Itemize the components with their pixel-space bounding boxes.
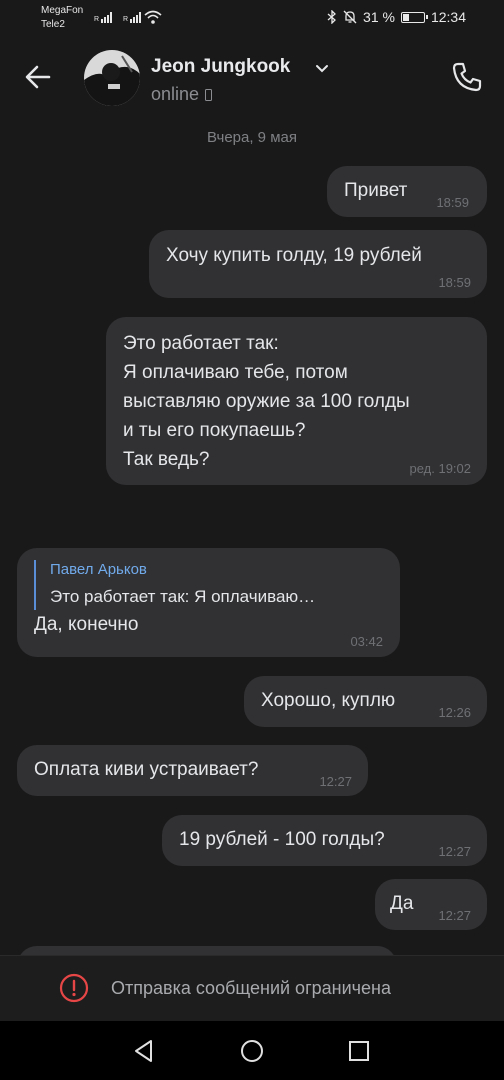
message-text: Оплата киви устраивает?	[34, 759, 259, 780]
carrier-1: MegaFon	[41, 5, 84, 16]
message-bubble-out[interactable]: Привет 18:59	[327, 166, 487, 217]
restriction-text: Отправка сообщений ограничена	[111, 978, 391, 998]
message-bubble-out[interactable]: Это работает так: Я оплачиваю тебе, пото…	[106, 317, 487, 485]
wifi-icon	[144, 10, 162, 24]
reply-text: Это работает так: Я оплачиваю…	[50, 587, 316, 606]
message-bubble-in[interactable]: Оплата киви устраивает? 12:27	[17, 745, 368, 796]
carrier-names: MegaFon Tele2	[41, 4, 83, 32]
mobile-device-icon	[205, 88, 213, 101]
battery-percent: 31 %	[363, 9, 395, 25]
system-nav-bar	[0, 1021, 504, 1080]
message-time: 12:27	[438, 908, 471, 923]
battery-icon	[400, 11, 428, 23]
message-time: 18:59	[438, 275, 471, 290]
status-text: online	[151, 84, 200, 104]
bluetooth-icon	[327, 10, 336, 24]
messaging-restricted-bar: Отправка сообщений ограничена	[0, 955, 504, 1021]
contact-name[interactable]: Jeon Jungkook	[151, 56, 290, 78]
arrow-left-icon[interactable]	[22, 60, 56, 94]
message-text: Это работает так: Я оплачиваю тебе, пото…	[123, 333, 410, 470]
signal-2-icon: R	[123, 11, 142, 23]
signal-1-icon: R	[94, 11, 113, 23]
message-bubble-in[interactable]: Павел Арьков Это работает так: Я оплачив…	[17, 548, 400, 657]
nav-recents-icon[interactable]	[346, 1038, 372, 1064]
message-time: 12:26	[438, 705, 471, 720]
message-bubble-out[interactable]: 19 рублей - 100 голды? 12:27	[162, 815, 487, 866]
phone-icon[interactable]	[450, 60, 484, 94]
date-separator: Вчера, 9 мая	[207, 129, 297, 146]
reply-quote[interactable]: Павел Арьков Это работает так: Я оплачив…	[34, 560, 400, 610]
carrier-2: Tele2	[41, 19, 65, 30]
nav-home-icon[interactable]	[239, 1038, 265, 1064]
message-time: ред. 19:02	[409, 461, 471, 476]
clock: 12:34	[430, 9, 466, 25]
status-bar: MegaFon Tele2 R R 31 % 12:34	[0, 0, 504, 36]
message-time: 03:42	[350, 634, 383, 649]
avatar-image	[84, 50, 140, 106]
avatar[interactable]	[84, 50, 140, 106]
chat-header: Jeon Jungkook online	[0, 36, 504, 120]
message-time: 12:27	[438, 844, 471, 859]
message-time: 18:59	[436, 195, 469, 210]
message-text: Хочу купить голду, 19 рублей	[166, 245, 422, 266]
message-bubble-out[interactable]: Хочу купить голду, 19 рублей 18:59	[149, 230, 487, 298]
contact-status: online	[151, 84, 213, 105]
message-time: 12:27	[319, 774, 352, 789]
message-bubble-out[interactable]: Да 12:27	[375, 879, 487, 930]
message-text: Да, конечно	[34, 614, 139, 635]
message-bubble-out[interactable]: Хорошо, куплю 12:26	[244, 676, 487, 727]
reply-author: Павел Арьков	[50, 561, 147, 578]
mute-bell-icon	[343, 10, 357, 24]
alert-circle-icon	[59, 973, 89, 1003]
nav-back-icon[interactable]	[131, 1038, 157, 1064]
chevron-down-icon[interactable]	[315, 64, 329, 74]
